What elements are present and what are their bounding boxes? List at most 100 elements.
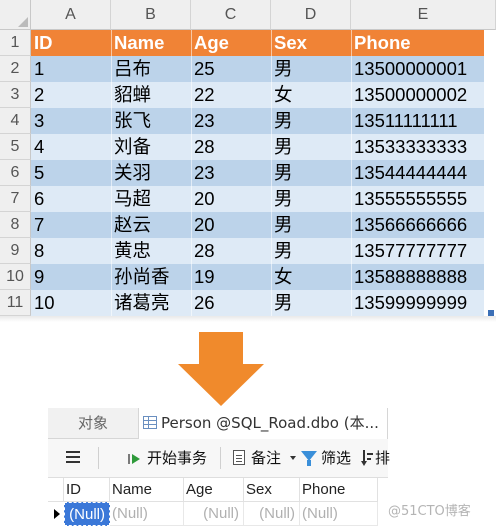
- column-header-a[interactable]: A: [31, 0, 111, 30]
- cell-c9[interactable]: 28: [191, 238, 271, 264]
- cell-d8[interactable]: 男: [271, 212, 351, 238]
- watermark: @51CTO博客: [388, 504, 471, 519]
- cell-c1[interactable]: Age: [191, 30, 271, 56]
- cell-e4[interactable]: 13511111111: [351, 108, 484, 134]
- row-header-10[interactable]: 10: [0, 264, 31, 290]
- grid-column-phone[interactable]: Phone: [300, 478, 378, 502]
- current-row-arrow-icon: [48, 502, 64, 526]
- cell-b5[interactable]: 刘备: [111, 134, 191, 160]
- row-header-8[interactable]: 8: [0, 212, 31, 238]
- cell-b1[interactable]: Name: [111, 30, 191, 56]
- cell-b7[interactable]: 马超: [111, 186, 191, 212]
- cell-b3[interactable]: 貂蝉: [111, 82, 191, 108]
- row-header-4[interactable]: 4: [0, 108, 31, 134]
- select-all-corner[interactable]: [0, 0, 31, 30]
- cell-d5[interactable]: 男: [271, 134, 351, 160]
- data-grid: ID Name Age Sex Phone (Null) (Null) (Nul…: [48, 478, 388, 530]
- cell-c8[interactable]: 20: [191, 212, 271, 238]
- cell-b2[interactable]: 吕布: [111, 56, 191, 82]
- sheet-cut-edge: [0, 316, 496, 322]
- cell-a2[interactable]: 1: [31, 56, 111, 82]
- sort-button[interactable]: 排: [361, 439, 390, 477]
- cell-a7[interactable]: 6: [31, 186, 111, 212]
- cell-a6[interactable]: 5: [31, 160, 111, 186]
- grid-cell-name[interactable]: (Null): [110, 502, 184, 526]
- tab-objects[interactable]: 对象: [48, 408, 138, 438]
- row-header-7[interactable]: 7: [0, 186, 31, 212]
- down-arrow-icon: [178, 332, 264, 406]
- grid-column-name[interactable]: Name: [110, 478, 184, 502]
- cell-d1[interactable]: Sex: [271, 30, 351, 56]
- column-header-e[interactable]: E: [351, 0, 496, 30]
- cell-d2[interactable]: 男: [271, 56, 351, 82]
- cell-b10[interactable]: 孙尚香: [111, 264, 191, 290]
- cell-c7[interactable]: 20: [191, 186, 271, 212]
- toolbar-separator: [220, 447, 221, 469]
- cell-a1[interactable]: ID: [31, 30, 111, 56]
- grid-column-id[interactable]: ID: [64, 478, 110, 502]
- cell-b6[interactable]: 关羽: [111, 160, 191, 186]
- grid-cell-id[interactable]: (Null): [64, 502, 110, 526]
- column-header-c[interactable]: C: [191, 0, 271, 30]
- row-header-1[interactable]: 1: [0, 30, 31, 56]
- cell-a5[interactable]: 4: [31, 134, 111, 160]
- cell-e7[interactable]: 13555555555: [351, 186, 484, 212]
- cell-d3[interactable]: 女: [271, 82, 351, 108]
- cell-e11[interactable]: 13599999999: [351, 290, 484, 316]
- row-header-11[interactable]: 11: [0, 290, 31, 316]
- cell-d4[interactable]: 男: [271, 108, 351, 134]
- cell-a11[interactable]: 10: [31, 290, 111, 316]
- menu-icon[interactable]: [66, 451, 80, 463]
- filter-button[interactable]: 筛选: [301, 439, 351, 477]
- cell-d7[interactable]: 男: [271, 186, 351, 212]
- cell-a9[interactable]: 8: [31, 238, 111, 264]
- cell-e5[interactable]: 13533333333: [351, 134, 484, 160]
- grid-cell-phone[interactable]: (Null): [300, 502, 378, 526]
- filter-icon: [301, 451, 317, 466]
- cell-c4[interactable]: 23: [191, 108, 271, 134]
- chevron-down-icon[interactable]: [290, 456, 296, 460]
- cell-e10[interactable]: 13588888888: [351, 264, 484, 290]
- cell-c11[interactable]: 26: [191, 290, 271, 316]
- cell-b11[interactable]: 诸葛亮: [111, 290, 191, 316]
- grid-column-sex[interactable]: Sex: [244, 478, 300, 502]
- cell-c10[interactable]: 19: [191, 264, 271, 290]
- cell-e1[interactable]: Phone: [351, 30, 484, 56]
- cell-c6[interactable]: 23: [191, 160, 271, 186]
- cell-d11[interactable]: 男: [271, 290, 351, 316]
- cell-e8[interactable]: 13566666666: [351, 212, 484, 238]
- cell-a3[interactable]: 2: [31, 82, 111, 108]
- cell-c5[interactable]: 28: [191, 134, 271, 160]
- cell-e6[interactable]: 13544444444: [351, 160, 484, 186]
- note-button[interactable]: 备注: [233, 439, 281, 477]
- begin-transaction-button[interactable]: 开始事务: [128, 439, 207, 477]
- cell-d10[interactable]: 女: [271, 264, 351, 290]
- sort-icon: [361, 450, 373, 466]
- row-header-5[interactable]: 5: [0, 134, 31, 160]
- row-header-2[interactable]: 2: [0, 56, 31, 82]
- grid-cell-sex[interactable]: (Null): [244, 502, 300, 526]
- cell-a10[interactable]: 9: [31, 264, 111, 290]
- cell-b4[interactable]: 张飞: [111, 108, 191, 134]
- row-header-6[interactable]: 6: [0, 160, 31, 186]
- table-row: 7 赵云 20 男 13566666666: [31, 212, 484, 238]
- grid-column-age[interactable]: Age: [184, 478, 244, 502]
- cell-e2[interactable]: 13500000001: [351, 56, 484, 82]
- cell-b8[interactable]: 赵云: [111, 212, 191, 238]
- cell-e9[interactable]: 13577777777: [351, 238, 484, 264]
- column-header-d[interactable]: D: [271, 0, 351, 30]
- cell-e3[interactable]: 13500000002: [351, 82, 484, 108]
- row-header-9[interactable]: 9: [0, 238, 31, 264]
- cell-c3[interactable]: 22: [191, 82, 271, 108]
- cell-a8[interactable]: 7: [31, 212, 111, 238]
- tab-person-table[interactable]: Person @SQL_Road.dbo (本...: [138, 408, 388, 439]
- column-header-b[interactable]: B: [111, 0, 191, 30]
- cell-b9[interactable]: 黄忠: [111, 238, 191, 264]
- cell-d9[interactable]: 男: [271, 238, 351, 264]
- cell-c2[interactable]: 25: [191, 56, 271, 82]
- table-icon: [143, 416, 157, 429]
- cell-d6[interactable]: 男: [271, 160, 351, 186]
- cell-a4[interactable]: 3: [31, 108, 111, 134]
- row-header-3[interactable]: 3: [0, 82, 31, 108]
- grid-cell-age[interactable]: (Null): [184, 502, 244, 526]
